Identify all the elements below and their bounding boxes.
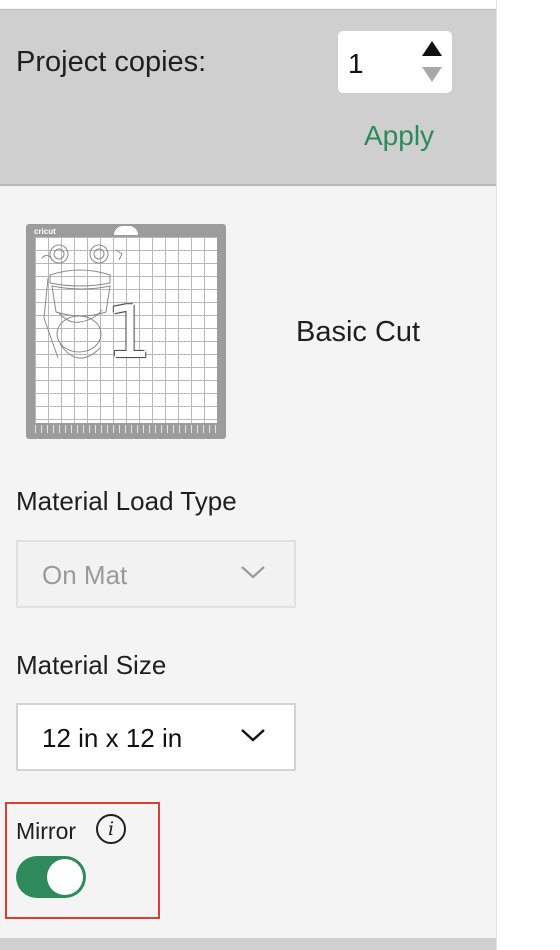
project-copies-value[interactable]: 1	[348, 48, 364, 80]
material-size-value: 12 in x 12 in	[42, 723, 183, 753]
mat-notch	[114, 226, 138, 235]
chevron-down-icon	[241, 566, 265, 579]
info-icon[interactable]: i	[96, 814, 126, 844]
toggle-knob	[47, 859, 83, 895]
increment-arrow-icon[interactable]	[422, 41, 442, 56]
project-copies-label: Project copies:	[16, 46, 207, 78]
material-size-label: Material Size	[16, 650, 167, 680]
material-size-select[interactable]: 12 in x 12 in	[16, 703, 296, 771]
bottom-divider	[0, 938, 496, 950]
apply-button[interactable]: Apply	[364, 120, 434, 152]
mat-brand-label: cricut	[34, 227, 56, 236]
project-copies-section: Project copies: 1 Apply	[0, 9, 496, 186]
top-divider	[0, 0, 496, 8]
project-copies-stepper[interactable]: 1	[337, 30, 453, 94]
material-load-type-label: Material Load Type	[16, 486, 237, 516]
material-load-type-value: On Mat	[42, 560, 128, 590]
mirror-label: Mirror	[16, 818, 77, 844]
mat-ruler	[35, 425, 217, 433]
material-load-type-select[interactable]: On Mat	[16, 540, 296, 608]
mirror-toggle[interactable]	[16, 856, 86, 898]
chevron-down-icon	[241, 729, 265, 742]
mat-settings-panel: Project copies: 1 Apply cricut 1 Basic C…	[0, 0, 497, 950]
mat-number: 1	[106, 290, 152, 374]
mat-preview[interactable]: cricut 1	[26, 224, 226, 439]
decrement-arrow-icon[interactable]	[422, 67, 442, 82]
cut-type-label: Basic Cut	[296, 316, 421, 348]
